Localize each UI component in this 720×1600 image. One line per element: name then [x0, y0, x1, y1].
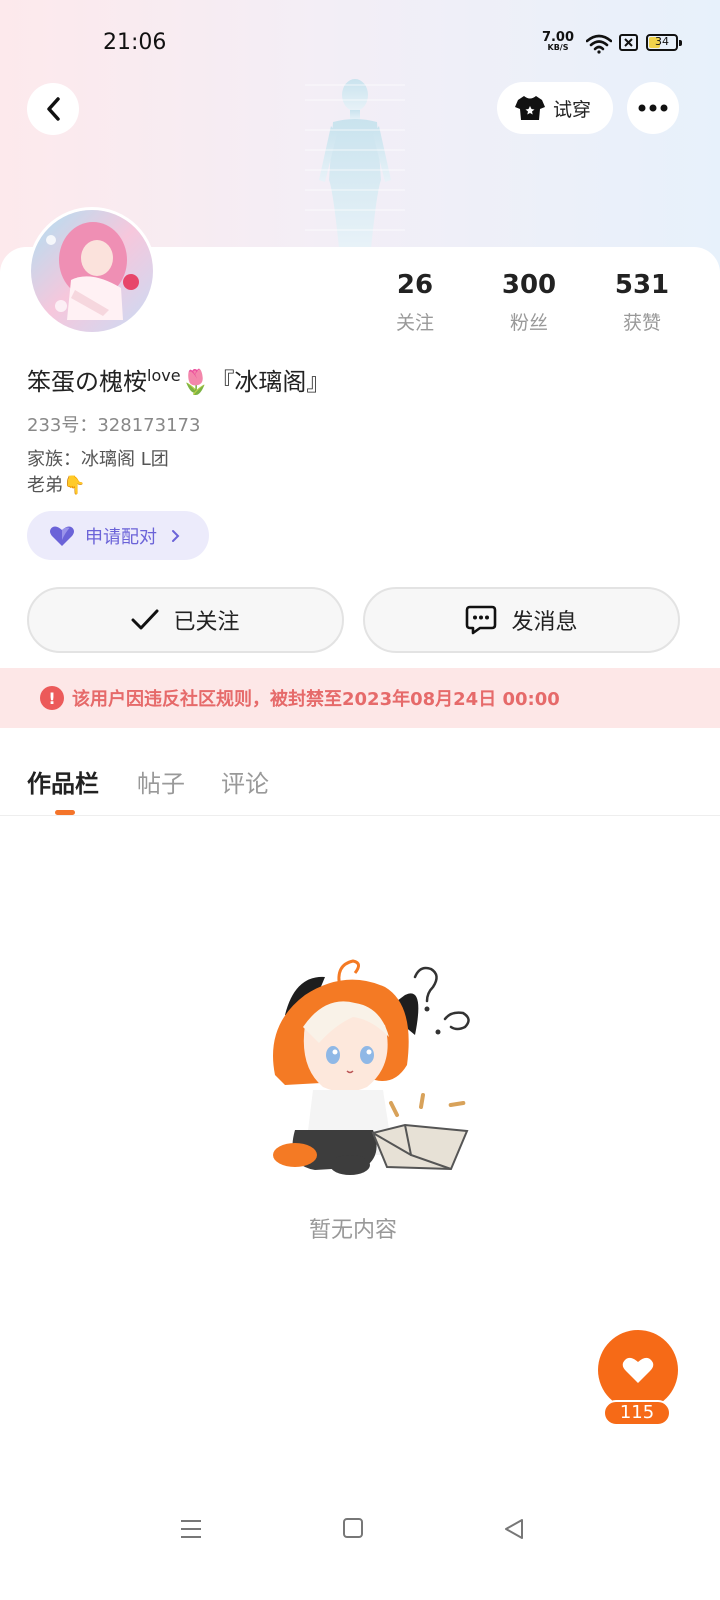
network-speed: 7.00 KB/S	[538, 31, 578, 52]
more-button[interactable]	[627, 82, 679, 134]
ban-notice-text: 该用户因违反社区规则，被封禁至2023年08月24日 00:00	[72, 689, 560, 710]
heart-pair-icon	[50, 525, 74, 546]
followed-label: 已关注	[173, 610, 240, 635]
request-pair-label: 申请配对	[85, 526, 157, 548]
more-dots-icon	[638, 104, 668, 112]
chevron-left-icon	[47, 97, 60, 121]
ban-notice: ! 该用户因违反社区规则，被封禁至2023年08月24日 00:00	[0, 668, 720, 728]
chat-bubble-icon	[466, 605, 497, 635]
avatar-image	[31, 210, 153, 332]
back-nav-icon[interactable]	[504, 1518, 524, 1540]
stat-following-value: 26	[396, 270, 434, 300]
request-pair-button[interactable]: 申请配对	[27, 511, 209, 560]
tab-works[interactable]: 作品栏	[27, 764, 99, 799]
check-icon	[131, 609, 159, 630]
content-tabs: 作品栏 帖子 评论	[0, 740, 720, 816]
system-nav-bar	[0, 1500, 720, 1560]
tab-comments[interactable]: 评论	[221, 764, 269, 799]
stat-following[interactable]: 26 关注	[370, 270, 460, 335]
stat-likes: 531 获赞	[597, 270, 687, 335]
chevron-right-icon	[172, 529, 180, 542]
back-button[interactable]	[27, 83, 79, 135]
no-sim-icon	[619, 34, 638, 51]
battery-level: 34	[655, 35, 669, 48]
status-bar: 21:06 7.00 KB/S 34	[0, 22, 720, 66]
user-bio: 家族：冰璃阁 L团 老弟👇	[27, 447, 169, 499]
stat-fans-value: 300	[501, 270, 557, 300]
like-button[interactable]	[598, 1330, 678, 1410]
active-tab-indicator	[55, 810, 75, 815]
stat-fans-label: 粉丝	[509, 312, 548, 334]
menu-nav-icon[interactable]	[180, 1518, 202, 1540]
avatar-figure-hologram	[305, 79, 405, 248]
try-on-button[interactable]: 试穿	[497, 82, 613, 134]
send-message-button[interactable]: 发消息	[363, 587, 680, 653]
user-id: 233号：328173173	[27, 415, 201, 436]
network-speed-unit: KB/S	[547, 43, 569, 52]
tulip-emoji: 🌷	[180, 368, 211, 396]
like-count: 115	[603, 1400, 671, 1426]
bio-family: 家族：冰璃阁 L团	[27, 449, 169, 470]
status-time: 21:06	[103, 30, 167, 55]
stat-following-label: 关注	[395, 312, 434, 334]
followed-button[interactable]: 已关注	[27, 587, 344, 653]
try-on-label: 试穿	[553, 98, 592, 121]
wifi-icon	[586, 34, 612, 54]
stat-likes-label: 获赞	[622, 312, 661, 334]
avatar[interactable]	[28, 207, 156, 335]
alert-icon: !	[40, 686, 64, 710]
battery-icon: 34	[646, 34, 682, 51]
heart-icon	[622, 1357, 654, 1383]
username: 笨蛋の槐桉love🌷『冰璃阁』	[27, 362, 330, 397]
tshirt-icon	[515, 96, 545, 120]
bio-text: 老弟👇	[27, 475, 86, 496]
username-sup: love	[147, 366, 181, 385]
send-message-label: 发消息	[511, 610, 578, 635]
empty-state-text: 暂无内容	[308, 1218, 397, 1243]
username-suffix: 『冰璃阁』	[210, 368, 331, 396]
tab-posts[interactable]: 帖子	[137, 764, 185, 799]
empty-state-illustration	[273, 959, 470, 1175]
home-nav-icon[interactable]	[343, 1518, 363, 1538]
username-text: 笨蛋の槐桉	[27, 368, 147, 396]
stat-fans[interactable]: 300 粉丝	[484, 270, 574, 335]
stat-likes-value: 531	[614, 270, 670, 300]
